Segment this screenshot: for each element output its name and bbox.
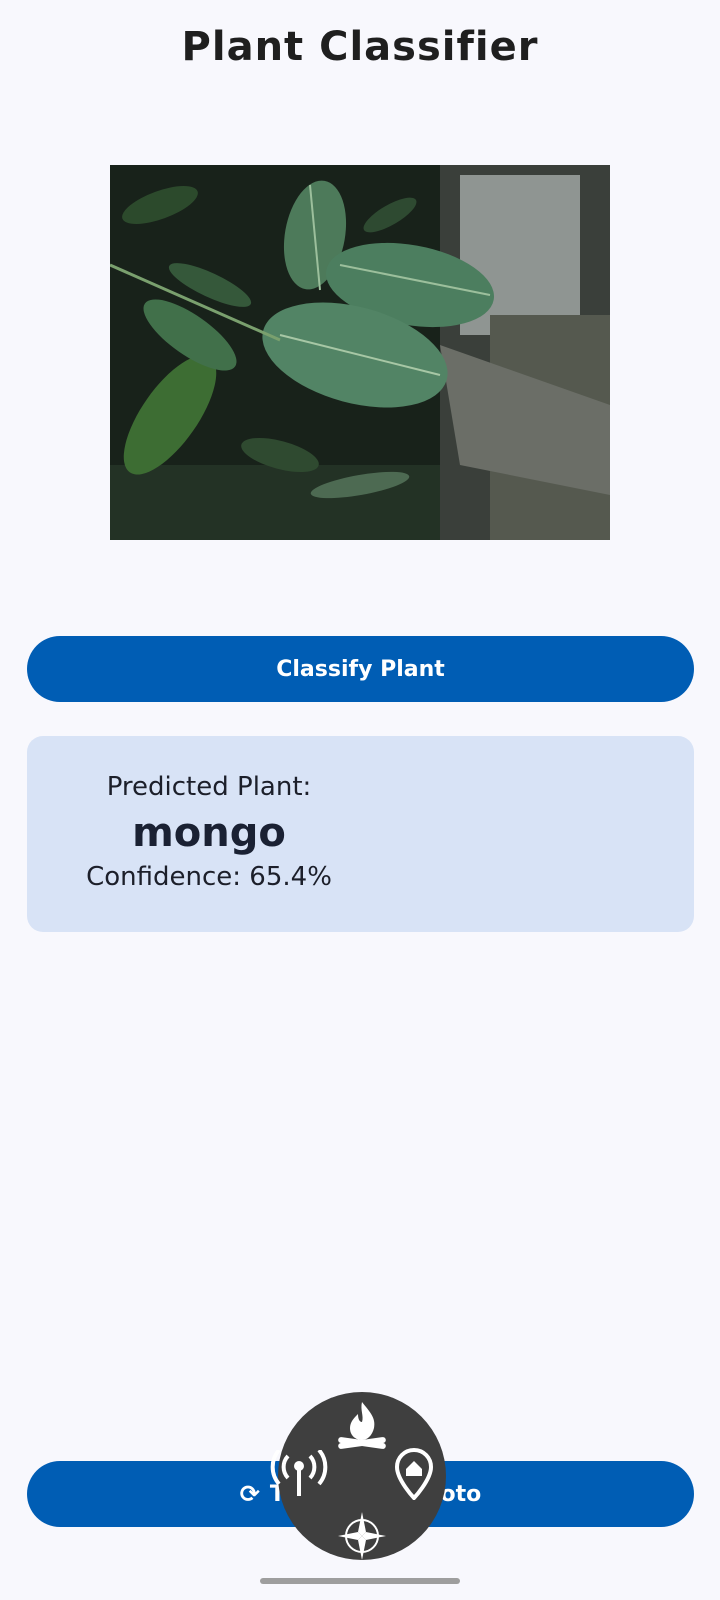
page-title: Plant Classifier: [181, 24, 539, 70]
confidence-text: Confidence: 65.4%: [86, 862, 332, 892]
gesture-home-bar[interactable]: [260, 1578, 460, 1584]
refresh-icon: ⟳: [239, 1480, 260, 1508]
broadcast-icon[interactable]: [268, 1448, 330, 1502]
predicted-plant-value: mongo: [132, 810, 286, 856]
result-card: Predicted Plant: mongo Confidence: 65.4%: [27, 736, 694, 932]
floating-radial-menu[interactable]: [270, 1392, 446, 1560]
compass-icon[interactable]: [336, 1512, 388, 1564]
plant-photo: [110, 165, 610, 540]
classify-plant-button[interactable]: Classify Plant: [27, 636, 694, 702]
predicted-plant-label: Predicted Plant:: [106, 772, 312, 802]
result-content: Predicted Plant: mongo Confidence: 65.4%: [59, 772, 359, 892]
fire-icon[interactable]: [334, 1400, 390, 1454]
home-pin-icon[interactable]: [394, 1447, 434, 1504]
